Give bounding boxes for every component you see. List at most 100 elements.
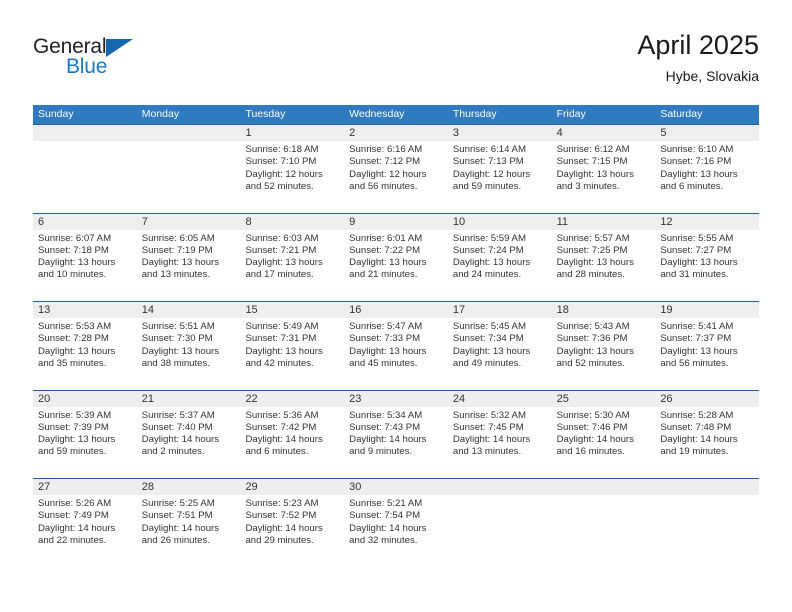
- page-subtitle: Hybe, Slovakia: [665, 68, 759, 84]
- day-detail-line: Sunrise: 6:12 AM: [556, 144, 630, 155]
- day-detail-line: Sunset: 7:33 PM: [349, 333, 421, 345]
- day-detail-line: and 3 minutes.: [556, 180, 620, 192]
- calendar-day-cell-empty: [447, 479, 552, 567]
- day-detail-line: Daylight: 13 hours: [660, 168, 738, 180]
- day-detail-line: and 56 minutes.: [660, 357, 729, 369]
- day-details: Sunrise: 5:45 AM Sunset: 7:34 PM Daylight:…: [447, 318, 552, 390]
- day-number: 12: [655, 213, 760, 230]
- weekday-header-tuesday: Tuesday: [245, 108, 286, 120]
- day-detail-line: and 42 minutes.: [245, 357, 314, 369]
- day-details: Sunrise: 5:59 AM Sunset: 7:24 PM Daylight:…: [447, 229, 552, 301]
- day-detail-line: and 45 minutes.: [349, 357, 418, 369]
- day-detail-line: Sunrise: 5:36 AM: [245, 409, 319, 421]
- calendar-day-cell[interactable]: 3 Sunrise: 6:14 AM Sunset: 7:13 PM Daylight…: [447, 125, 552, 213]
- day-detail-line: and 16 minutes.: [556, 446, 625, 458]
- day-details: Sunrise: 5:25 AM Sunset: 7:51 PM Daylight:…: [136, 495, 241, 567]
- day-detail-line: Daylight: 13 hours: [556, 168, 634, 180]
- day-detail-line: Daylight: 13 hours: [452, 257, 531, 269]
- calendar-day-cell[interactable]: 15 Sunrise: 5:49 AM Sunset: 7:31 PM Dayligh…: [240, 302, 345, 390]
- calendar-day-cell[interactable]: 4 Sunrise: 6:12 AM Sunset: 7:15 PM Daylight…: [551, 125, 656, 213]
- day-detail-line: Sunset: 7:24 PM: [452, 244, 524, 256]
- general-blue-logo[interactable]: General Blue: [33, 36, 233, 92]
- day-details: Sunrise: 5:37 AM Sunset: 7:40 PM Daylight:…: [136, 406, 241, 478]
- day-number: 6: [33, 213, 137, 230]
- day-details: [551, 495, 656, 567]
- day-detail-line: Daylight: 14 hours: [245, 522, 323, 534]
- calendar-day-cell[interactable]: 30 Sunrise: 5:21 AM Sunset: 7:54 PM Dayligh…: [344, 479, 448, 567]
- calendar-day-cell[interactable]: 14 Sunrise: 5:51 AM Sunset: 7:30 PM Dayligh…: [136, 302, 241, 390]
- day-number: 23: [344, 390, 448, 407]
- day-detail-line: Sunrise: 5:41 AM: [660, 321, 734, 332]
- day-number: 9: [344, 213, 448, 230]
- day-number: 10: [447, 213, 552, 230]
- day-details: Sunrise: 6:12 AM Sunset: 7:15 PM Daylight:…: [551, 141, 656, 213]
- calendar-day-cell[interactable]: 23 Sunrise: 5:34 AM Sunset: 7:43 PM Dayligh…: [344, 390, 448, 478]
- calendar-day-cell[interactable]: 19 Sunrise: 5:41 AM Sunset: 7:37 PM Dayligh…: [655, 302, 760, 390]
- day-number: 25: [551, 390, 656, 407]
- day-details: Sunrise: 5:51 AM Sunset: 7:30 PM Daylight:…: [136, 318, 241, 390]
- calendar-day-cell[interactable]: 29 Sunrise: 5:23 AM Sunset: 7:52 PM Dayligh…: [240, 479, 345, 567]
- calendar-day-cell[interactable]: 28 Sunrise: 5:25 AM Sunset: 7:51 PM Dayligh…: [136, 479, 241, 567]
- day-detail-line: Daylight: 14 hours: [452, 434, 531, 446]
- calendar-day-cell[interactable]: 12 Sunrise: 5:55 AM Sunset: 7:27 PM Dayligh…: [655, 213, 760, 301]
- day-detail-line: Sunset: 7:49 PM: [38, 510, 109, 522]
- calendar-day-cell[interactable]: 25 Sunrise: 5:30 AM Sunset: 7:46 PM Dayligh…: [551, 390, 656, 478]
- day-detail-line: Sunrise: 6:14 AM: [452, 144, 526, 155]
- day-detail-line: Sunrise: 5:53 AM: [38, 321, 112, 332]
- day-number: 20: [33, 390, 137, 407]
- day-detail-line: Daylight: 14 hours: [141, 522, 220, 534]
- calendar-day-cell[interactable]: 26 Sunrise: 5:28 AM Sunset: 7:48 PM Dayligh…: [655, 390, 760, 478]
- calendar-day-cell[interactable]: 21 Sunrise: 5:37 AM Sunset: 7:40 PM Dayligh…: [136, 390, 241, 478]
- day-details: Sunrise: 6:05 AM Sunset: 7:19 PM Daylight:…: [136, 229, 241, 301]
- day-detail-line: Sunset: 7:48 PM: [660, 421, 732, 433]
- day-detail-line: and 6 minutes.: [245, 446, 309, 458]
- calendar-day-cell[interactable]: 9 Sunrise: 6:01 AM Sunset: 7:22 PM Daylight…: [344, 213, 448, 301]
- calendar-day-cell[interactable]: 24 Sunrise: 5:32 AM Sunset: 7:45 PM Dayligh…: [447, 390, 552, 478]
- day-detail-line: Daylight: 13 hours: [38, 345, 116, 357]
- day-detail-line: Sunset: 7:16 PM: [660, 156, 732, 168]
- day-detail-line: Sunrise: 5:23 AM: [245, 498, 319, 509]
- day-details: Sunrise: 5:39 AM Sunset: 7:39 PM Daylight:…: [33, 406, 137, 478]
- day-detail-line: Sunset: 7:30 PM: [141, 333, 213, 345]
- day-detail-line: and 17 minutes.: [245, 269, 314, 281]
- day-number: [655, 479, 760, 495]
- day-details: Sunrise: 5:21 AM Sunset: 7:54 PM Daylight:…: [344, 495, 448, 567]
- day-detail-line: Sunrise: 6:10 AM: [660, 144, 734, 155]
- calendar-day-cell[interactable]: 8 Sunrise: 6:03 AM Sunset: 7:21 PM Daylight…: [240, 213, 345, 301]
- day-detail-line: Sunset: 7:43 PM: [349, 421, 421, 433]
- day-number: 4: [551, 125, 656, 141]
- day-details: Sunrise: 6:07 AM Sunset: 7:18 PM Daylight:…: [33, 229, 137, 301]
- calendar-day-cell[interactable]: 6 Sunrise: 6:07 AM Sunset: 7:18 PM Daylight…: [33, 213, 137, 301]
- day-detail-line: Daylight: 13 hours: [349, 345, 427, 357]
- calendar-day-cell[interactable]: 5 Sunrise: 6:10 AM Sunset: 7:16 PM Daylight…: [655, 125, 760, 213]
- calendar-page: General Blue April 2025 Hybe, Slovakia S…: [0, 0, 792, 612]
- day-details: Sunrise: 5:55 AM Sunset: 7:27 PM Daylight:…: [655, 229, 760, 301]
- calendar-day-cell[interactable]: 2 Sunrise: 6:16 AM Sunset: 7:12 PM Daylight…: [344, 125, 448, 213]
- day-detail-line: and 52 minutes.: [556, 357, 625, 369]
- calendar-day-cell[interactable]: 11 Sunrise: 5:57 AM Sunset: 7:25 PM Dayligh…: [551, 213, 656, 301]
- calendar-day-cell[interactable]: 13 Sunrise: 5:53 AM Sunset: 7:28 PM Dayligh…: [33, 302, 137, 390]
- day-detail-line: Sunrise: 5:59 AM: [452, 232, 526, 244]
- calendar-day-cell[interactable]: 20 Sunrise: 5:39 AM Sunset: 7:39 PM Dayligh…: [33, 390, 137, 478]
- calendar-day-cell[interactable]: 7 Sunrise: 6:05 AM Sunset: 7:19 PM Daylight…: [136, 213, 241, 301]
- calendar-day-cell[interactable]: 10 Sunrise: 5:59 AM Sunset: 7:24 PM Dayligh…: [447, 213, 552, 301]
- calendar-day-cell[interactable]: 16 Sunrise: 5:47 AM Sunset: 7:33 PM Dayligh…: [344, 302, 448, 390]
- day-detail-line: and 13 minutes.: [141, 269, 210, 281]
- calendar-day-cell[interactable]: 18 Sunrise: 5:43 AM Sunset: 7:36 PM Dayligh…: [551, 302, 656, 390]
- day-detail-line: Sunrise: 6:16 AM: [349, 144, 423, 155]
- calendar-day-cell[interactable]: 27 Sunrise: 5:26 AM Sunset: 7:49 PM Dayligh…: [33, 479, 137, 567]
- calendar-day-cell[interactable]: 1 Sunrise: 6:18 AM Sunset: 7:10 PM Daylight…: [240, 125, 345, 213]
- day-detail-line: Daylight: 13 hours: [38, 257, 116, 269]
- day-detail-line: Daylight: 14 hours: [38, 522, 116, 534]
- day-detail-line: Sunset: 7:19 PM: [141, 244, 213, 256]
- calendar-day-cell[interactable]: 17 Sunrise: 5:45 AM Sunset: 7:34 PM Dayligh…: [447, 302, 552, 390]
- day-details: Sunrise: 5:49 AM Sunset: 7:31 PM Daylight:…: [240, 318, 345, 390]
- day-details: Sunrise: 6:16 AM Sunset: 7:12 PM Daylight:…: [344, 141, 448, 213]
- day-number: 27: [33, 479, 137, 495]
- weekday-header-wednesday: Wednesday: [349, 108, 405, 120]
- day-detail-line: Sunset: 7:45 PM: [452, 421, 524, 433]
- day-detail-line: Daylight: 12 hours: [452, 168, 531, 180]
- day-detail-line: Sunrise: 5:43 AM: [556, 321, 630, 332]
- day-detail-line: Sunset: 7:28 PM: [38, 333, 109, 345]
- calendar-day-cell[interactable]: 22 Sunrise: 5:36 AM Sunset: 7:42 PM Dayligh…: [240, 390, 345, 478]
